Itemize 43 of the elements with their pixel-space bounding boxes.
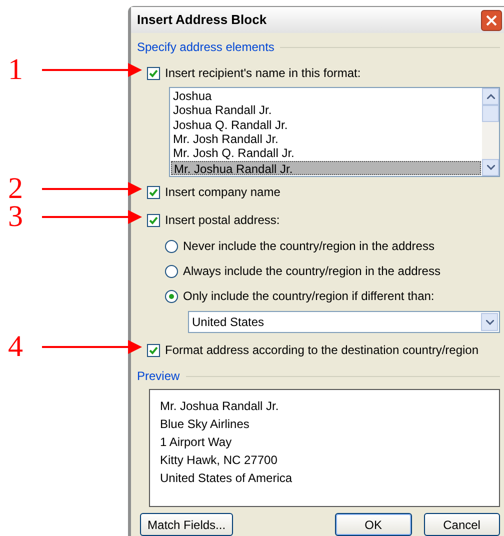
list-item[interactable]: Mr. Josh Q. Randall Jr. <box>171 146 481 161</box>
list-item[interactable]: Joshua Randall Jr. <box>171 103 481 118</box>
checkmark-icon <box>149 68 158 78</box>
address-line: United States of America <box>160 471 294 485</box>
address-line: Kitty Hawk, NC 27700 <box>160 453 278 467</box>
window-title: Insert Address Block <box>137 11 267 30</box>
checkbox-label: Insert company name <box>165 184 280 201</box>
radio-label: Always include the country/region in the address <box>183 263 440 280</box>
checkbox[interactable] <box>147 66 160 80</box>
close-button[interactable] <box>481 10 502 30</box>
section-title: Specify address elements <box>137 39 274 56</box>
callout-number: 1 <box>8 54 24 86</box>
radio-label: Only include the country/region if different than: <box>183 288 434 305</box>
radio-label: Never include the country/region in the address <box>183 238 434 255</box>
checkbox-label: Format address according to the destination country/region <box>165 342 479 359</box>
checkmark-icon <box>149 216 158 224</box>
checkbox[interactable] <box>147 344 160 356</box>
checkbox-label: Insert recipient's name in this format: <box>165 65 361 82</box>
radio-button[interactable] <box>165 290 178 302</box>
scrollbar[interactable] <box>482 88 499 176</box>
checkmark-icon <box>149 188 158 196</box>
section-title: Preview <box>137 368 180 385</box>
radio-button[interactable] <box>165 240 178 252</box>
address-line: Blue Sky Airlines <box>160 417 250 431</box>
name-format-list[interactable]: Joshua Joshua Randall Jr. Joshua Q. Randall Jr. Mr. Josh Randall Jr. Mr. Josh Q. Randall Jr. Mr. Joshua Randall Jr. <box>169 87 500 177</box>
list-item[interactable]: Joshua <box>171 89 481 104</box>
list-item[interactable]: Mr. Joshua Randall Jr. <box>171 160 481 176</box>
list-item[interactable]: Joshua Q. Randall Jr. <box>171 118 481 132</box>
address-line: 1 Airport Way <box>160 435 233 449</box>
radio-button[interactable] <box>165 264 178 278</box>
scroll-thumb[interactable] <box>482 104 499 122</box>
match-fields-button[interactable]: Match Fields... <box>140 513 234 536</box>
callout-number: 4 <box>8 331 24 363</box>
list-item[interactable]: Mr. Josh Randall Jr. <box>171 132 481 146</box>
ok-button[interactable]: OK <box>335 513 412 536</box>
checkmark-icon <box>149 346 158 354</box>
close-icon <box>486 14 497 26</box>
cancel-button[interactable]: Cancel <box>424 513 500 536</box>
country-dropdown[interactable]: United States <box>188 311 500 333</box>
checkbox-label: Insert postal address: <box>165 212 280 229</box>
address-line: Mr. Joshua Randall Jr. <box>160 399 280 413</box>
checkbox[interactable] <box>147 214 160 226</box>
checkbox[interactable] <box>147 186 160 198</box>
